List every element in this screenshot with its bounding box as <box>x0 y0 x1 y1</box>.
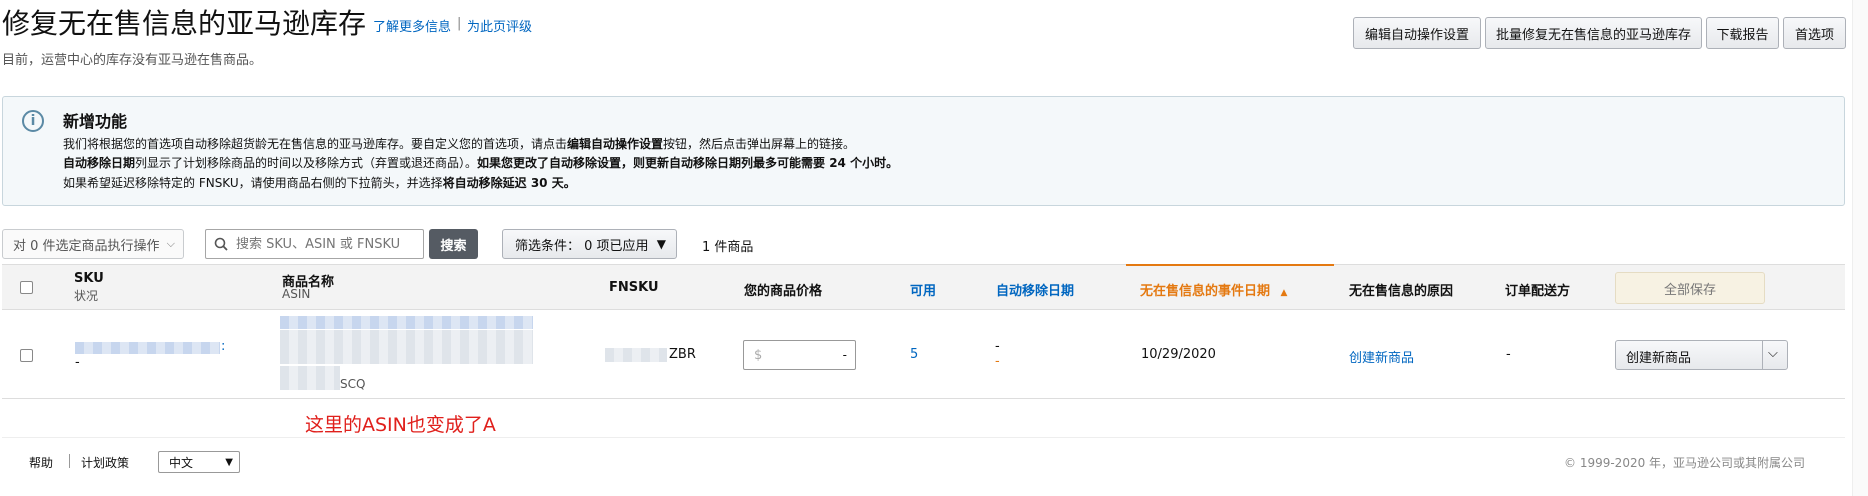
column-header-reason: 无在售信息的原因 <box>1349 284 1454 299</box>
column-header-auto-remove-date[interactable]: 自动移除日期 <box>996 280 1074 299</box>
split-divider <box>1762 341 1763 369</box>
redacted-fnsku <box>605 348 667 362</box>
sort-ascending-icon: ▲ <box>1280 288 1288 298</box>
table-row <box>2 310 1845 399</box>
edit-auto-settings-button[interactable]: 编辑自动操作设置 <box>1353 17 1481 49</box>
bulk-action-label: 对 0 件选定商品执行操作 <box>13 238 160 254</box>
fulfillment-value: - <box>1506 347 1511 362</box>
search-box[interactable] <box>205 229 424 259</box>
footer-divider <box>2 437 1845 438</box>
price-input[interactable]: $ - <box>743 340 856 370</box>
auto-remove-value: - <box>995 339 1000 354</box>
price-dash: - <box>842 348 847 362</box>
available-quantity-link[interactable]: 5 <box>910 347 918 362</box>
chevron-down-icon: ▼ <box>656 237 666 251</box>
footer-help-link[interactable]: 帮助 <box>29 454 53 471</box>
select-all-checkbox[interactable] <box>20 281 33 294</box>
column-header-status: 状况 <box>74 289 99 303</box>
chevron-down-icon[interactable]: ⌵ <box>1768 346 1778 361</box>
column-header-event-date[interactable]: 无在售信息的事件日期 ▲ <box>1140 280 1287 299</box>
download-report-button[interactable]: 下载报告 <box>1706 17 1779 49</box>
create-listing-split-button[interactable]: 创建新商品 ⌵ <box>1615 340 1788 370</box>
footer-policy-link[interactable]: 计划政策 <box>81 454 129 471</box>
rate-page-link[interactable]: 为此页评级 <box>467 16 532 35</box>
info-bold-text: 自动移除日期 <box>63 156 136 170</box>
row-status: - <box>75 355 80 370</box>
auto-remove-method: - <box>995 354 1000 369</box>
info-text: 按钮，然后点击弹出屏幕上的链接。 <box>663 137 856 151</box>
vertical-scrollbar[interactable] <box>1852 0 1868 496</box>
bulk-fix-button[interactable]: 批量修复无在售信息的亚马逊库存 <box>1485 17 1702 49</box>
item-count: 1 件商品 <box>702 240 754 255</box>
search-icon <box>214 237 228 251</box>
search-input[interactable] <box>234 235 423 253</box>
column-header-fnsku[interactable]: FNSKU <box>609 280 659 295</box>
column-header-price[interactable]: 您的商品价格 <box>744 280 822 299</box>
info-bold-text: 编辑自动操作设置 <box>567 137 664 151</box>
info-text: 我们将根据您的首选项自动移除超货龄无在售信息的亚马逊库存。要自定义您的首选项，请… <box>63 137 568 151</box>
row-checkbox[interactable] <box>20 349 33 362</box>
info-bold-text: 将自动移除延迟 30 天。 <box>442 176 576 190</box>
learn-more-link[interactable]: 了解更多信息 <box>373 16 451 35</box>
column-header-sku[interactable]: SKU <box>74 271 104 286</box>
create-listing-label: 创建新商品 <box>1626 351 1692 366</box>
page-title: 修复无在售信息的亚马逊库存 <box>2 7 367 40</box>
info-line-3: 如果希望延迟移除特定的 FNSKU，请使用商品右侧的下拉箭头，并选择将自动移除延… <box>63 174 576 191</box>
copyright-text: © 1999-2020 年，亚马逊公司或其附属公司 <box>1564 456 1806 470</box>
bulk-action-dropdown[interactable]: 对 0 件选定商品执行操作 ⌵ <box>2 229 184 259</box>
red-annotation-text: 这里的ASIN也变成了A <box>305 414 496 436</box>
footer-separator <box>69 454 70 468</box>
redacted-product-name <box>280 316 533 329</box>
price-placeholder: $ <box>754 347 763 363</box>
chevron-down-icon: ⌵ <box>166 237 175 250</box>
preferences-button[interactable]: 首选项 <box>1783 17 1846 49</box>
info-text: 如果希望延迟移除特定的 FNSKU，请使用商品右侧的下拉箭头，并选择 <box>63 176 443 190</box>
info-line-1: 我们将根据您的首选项自动移除超货龄无在售信息的亚马逊库存。要自定义您的首选项，请… <box>63 135 855 152</box>
sku-suffix: : <box>221 339 226 354</box>
page-subtitle: 目前，运营中心的库存没有亚马逊在售商品。 <box>2 53 263 68</box>
asin-suffix: SCQ <box>340 377 366 391</box>
column-header-asin: ASIN <box>282 287 311 301</box>
info-text: 列显示了计划移除商品的时间以及移除方式（弃置或退还商品）。 <box>135 156 478 170</box>
info-line-2: 自动移除日期列显示了计划移除商品的时间以及移除方式（弃置或退还商品）。如果您更改… <box>63 154 898 171</box>
reason-link[interactable]: 创建新商品 <box>1349 347 1414 366</box>
column-header-fulfillment: 订单配送方 <box>1505 284 1571 299</box>
search-button[interactable]: 搜索 <box>429 229 478 259</box>
link-separator: | <box>457 16 462 31</box>
column-header-available[interactable]: 可用 <box>910 280 936 299</box>
language-select[interactable]: 中文 ▼ <box>158 451 240 473</box>
redacted-asin <box>280 366 340 390</box>
event-date-value: 10/29/2020 <box>1141 347 1216 362</box>
chevron-down-icon: ▼ <box>225 456 233 468</box>
event-date-header-label: 无在售信息的事件日期 <box>1140 284 1271 299</box>
info-bold-text: 如果您更改了自动移除设置，则更新自动移除日期列最多可能需要 24 个小时。 <box>477 156 899 170</box>
language-label: 中文 <box>169 455 194 470</box>
fnsku-suffix: ZBR <box>669 347 696 362</box>
info-title: 新增功能 <box>63 112 128 131</box>
info-icon: i <box>22 110 44 132</box>
filter-dropdown[interactable]: 筛选条件： 0 项已应用 ▼ <box>502 229 677 259</box>
filter-label: 筛选条件： 0 项已应用 <box>515 238 649 254</box>
redacted-sku <box>75 342 220 354</box>
redacted-product-name <box>280 330 533 364</box>
save-all-button[interactable]: 全部保存 <box>1615 272 1765 304</box>
sorted-column-indicator <box>1126 264 1334 266</box>
